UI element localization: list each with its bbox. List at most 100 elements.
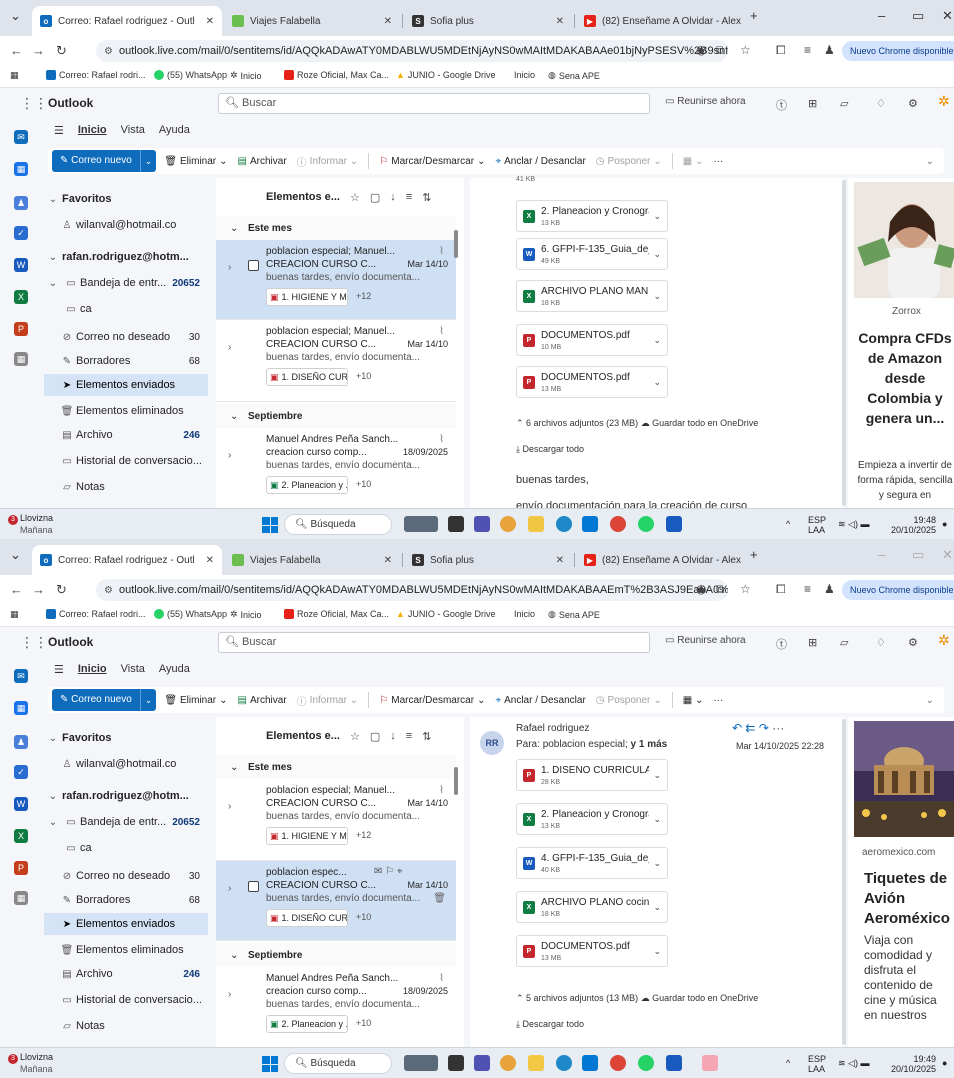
sort-icon[interactable]: ⇅: [422, 730, 431, 743]
chevron-down-icon[interactable]: ⌄: [653, 814, 661, 825]
folder-fav-account[interactable]: ♙ wilanval@hotmail.co: [44, 214, 208, 236]
word-app-icon[interactable]: W: [14, 797, 28, 811]
apps-icon[interactable]: ▦: [10, 70, 19, 81]
chrome-update-button[interactable]: Nuevo Chrome disponible: [842, 580, 954, 600]
word-app-icon[interactable]: W: [14, 258, 28, 272]
more-options-icon[interactable]: ···: [772, 721, 784, 735]
folder-drafts[interactable]: ✎ Borradores 68: [44, 350, 208, 372]
word-taskbar-icon[interactable]: [666, 516, 682, 532]
attachment-card[interactable]: P DOCUMENTOS.pdf 13 MB ⌄: [516, 935, 668, 967]
collapse-icon[interactable]: ⌃: [516, 418, 526, 428]
calendar-app-icon[interactable]: ▦: [14, 162, 28, 176]
chevron-down-icon[interactable]: ⌄: [653, 335, 661, 346]
new-tab-button[interactable]: +: [750, 8, 758, 23]
attachment-card[interactable]: X2. Planeacion y Cronograma ...13 KB⌄: [516, 200, 668, 232]
teams-taskbar-icon[interactable]: [474, 516, 490, 532]
tray-overflow-icon[interactable]: ^: [786, 519, 790, 529]
new-mail-button[interactable]: ✎ Correo nuevo: [52, 689, 140, 711]
new-mail-dropdown[interactable]: ⌄: [139, 689, 157, 711]
powerpoint-app-icon[interactable]: P: [14, 322, 28, 336]
clock[interactable]: 19:49 20/10/2025: [890, 1054, 936, 1074]
collapse-icon[interactable]: ⌃: [516, 993, 526, 1003]
attachment-chip[interactable]: ▣1. DISEÑO CUR...: [266, 909, 348, 927]
search-input[interactable]: 🔍︎ Buscar: [218, 632, 650, 653]
close-tab-icon[interactable]: ✕: [384, 555, 392, 566]
bookmark-outlook[interactable]: Correo: Rafael rodri...: [46, 70, 146, 80]
tab-search-icon[interactable]: ⌄: [10, 547, 21, 563]
ad-panel[interactable]: aeromexico.com Tiquetes de Avión Aeroméx…: [848, 717, 954, 1047]
meet-now-button[interactable]: ▭ Reunirse ahora: [665, 96, 746, 107]
chevron-down-icon[interactable]: ⌄: [653, 377, 661, 388]
people-app-icon[interactable]: ♟: [14, 735, 28, 749]
reload-icon[interactable]: ↻: [56, 43, 67, 59]
message-row[interactable]: › poblacion especial; Manuel... ⌇ CREACI…: [216, 779, 456, 861]
reading-list-icon[interactable]: ≡: [804, 582, 811, 596]
archive-button[interactable]: ▤ Archivar: [238, 156, 287, 167]
new-tab-button[interactable]: +: [750, 547, 758, 562]
extensions-icon[interactable]: ⧠: [776, 582, 786, 597]
more-apps-icon[interactable]: ▦: [14, 891, 28, 905]
whatsapp-taskbar-icon[interactable]: [638, 1055, 654, 1071]
bookmark-sena-ape[interactable]: ◍ Sena APE: [548, 70, 600, 81]
expand-icon[interactable]: ›: [228, 450, 231, 461]
weather-widget[interactable]: 3 Llovizna Mañana: [8, 513, 53, 536]
expand-icon[interactable]: ›: [228, 989, 231, 1000]
close-tab-icon[interactable]: ✕: [556, 555, 564, 566]
chrome-icon[interactable]: [610, 1055, 626, 1071]
todo-app-icon[interactable]: ✓: [14, 226, 28, 240]
install-icon[interactable]: ⧉: [716, 43, 725, 58]
profile-icon[interactable]: ♟: [824, 43, 835, 57]
message-row[interactable]: › Manuel Andres Peña Sanch... ⌇ creacion…: [216, 428, 456, 508]
group-header-this-month[interactable]: ⌄ Este mes: [216, 216, 456, 240]
pin-icon[interactable]: ⌖: [397, 866, 403, 877]
mail-icon[interactable]: ✉: [374, 866, 382, 877]
close-window-icon[interactable]: ✕: [942, 547, 953, 563]
message-row[interactable]: › poblacion especial; Manuel... ⌇ CREACI…: [216, 320, 456, 402]
bookmark-drive[interactable]: ▲ JUNIO - Google Drive: [396, 70, 495, 80]
back-icon[interactable]: ←: [10, 582, 23, 597]
excel-app-icon[interactable]: X: [14, 829, 28, 843]
chevron-down-icon[interactable]: ⌄: [653, 211, 661, 222]
folder-ca[interactable]: ▭ ca: [44, 837, 208, 859]
star-icon[interactable]: ☆: [350, 730, 360, 743]
select-checkbox[interactable]: [248, 260, 259, 271]
archive-button[interactable]: ▤ Archivar: [238, 695, 287, 706]
folder-history[interactable]: ▭ Historial de conversacio...: [44, 989, 208, 1011]
bookmark-whatsapp[interactable]: (55) WhatsApp: [154, 70, 227, 80]
attachment-card[interactable]: XARCHIVO PLANO cocina basi...18 KB⌄: [516, 891, 668, 923]
bookmark-outlook[interactable]: Correo: Rafael rodri...: [46, 609, 146, 619]
minimize-icon[interactable]: –: [878, 547, 885, 562]
bookmark-inicio[interactable]: ✲ Inicio: [230, 70, 262, 81]
recipients[interactable]: Para: poblacion especial; y 1 más: [516, 739, 667, 750]
extensions-icon[interactable]: ⧠: [776, 43, 786, 58]
reload-icon[interactable]: ↻: [56, 582, 67, 598]
chevron-down-icon[interactable]: ⌄: [653, 946, 661, 957]
attachment-card[interactable]: X2. Planeacion y Cronograma ...13 KB⌄: [516, 803, 668, 835]
tab-vista[interactable]: Vista: [121, 663, 145, 676]
attachment-card[interactable]: P1. DISEÑO CURRICULAR COC...28 KB⌄: [516, 759, 668, 791]
word-taskbar-icon[interactable]: [666, 1055, 682, 1071]
select-icon[interactable]: ▢: [370, 730, 380, 743]
pin-button[interactable]: ⌖ Anclar / Desanclar: [495, 156, 585, 167]
star-icon[interactable]: ☆: [350, 191, 360, 204]
layout-icon[interactable]: ▦ ⌄: [683, 156, 704, 167]
folder-inbox[interactable]: ⌄ ▭ Bandeja de entr... 20652: [44, 811, 208, 833]
widgets-icon[interactable]: [404, 516, 438, 532]
mail-app-icon[interactable]: ✉: [14, 669, 28, 683]
download-all-link[interactable]: ⤓ Descargar todo: [516, 444, 584, 455]
list-scrollbar[interactable]: [454, 230, 458, 258]
chevron-down-icon[interactable]: ⌄: [653, 249, 661, 260]
collapse-ribbon-icon[interactable]: ⌄: [926, 695, 934, 706]
app-launcher-icon[interactable]: ⋮⋮: [20, 95, 48, 112]
network-volume-battery-icons[interactable]: ≋ ◁) ▬: [838, 519, 869, 529]
folder-archive[interactable]: ▤ Archivo 246: [44, 424, 208, 446]
excel-icon[interactable]: ⊞: [808, 636, 817, 649]
download-all-link[interactable]: ⤓ Descargar todo: [516, 1019, 584, 1030]
close-window-icon[interactable]: ✕: [942, 8, 953, 24]
gear-icon[interactable]: ⚙: [908, 636, 918, 649]
select-checkbox[interactable]: [248, 881, 259, 892]
tab-outlook[interactable]: o Correo: Rafael rodriguez - Outl ✕: [32, 545, 222, 575]
filter-icon[interactable]: ≡: [406, 191, 412, 203]
expand-icon[interactable]: ›: [228, 883, 231, 894]
weather-widget[interactable]: 3 Llovizna Mañana: [8, 1052, 53, 1075]
